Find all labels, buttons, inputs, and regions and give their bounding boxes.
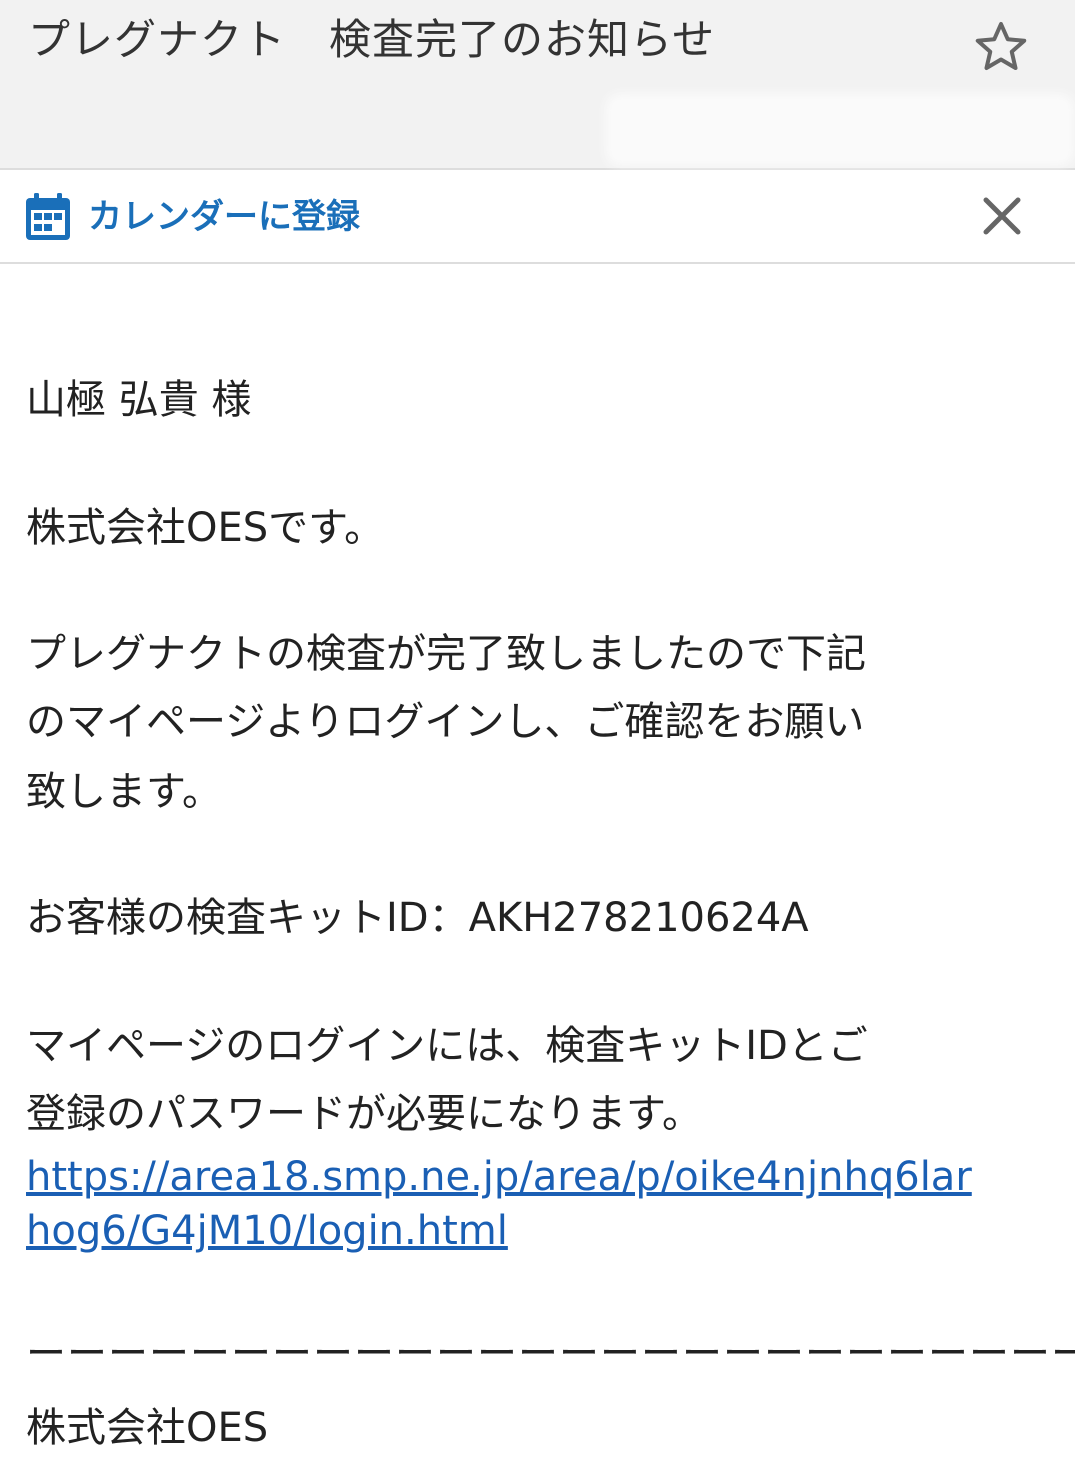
body-paragraph-line: プレグナクトの検査が完了致しましたので下記 [26, 631, 866, 677]
star-outline-icon [975, 22, 1027, 70]
email-header: プレグナクト 検査完了のお知らせ [0, 0, 1075, 170]
calendar-bar: カレンダーに登録 [0, 170, 1075, 264]
recipient-name: 山極 弘貴 様 [26, 377, 252, 423]
signature-divider: ーーーーーーーーーーーーーーーーーーーーーーーーーー [26, 1331, 1075, 1377]
body-paragraph-line: 致します。 [26, 769, 222, 815]
greeting-line: 株式会社OESです。 [26, 505, 385, 551]
mypage-login-link-continued[interactable]: hog6/G4jM10/login.html [26, 1204, 508, 1258]
calendar-icon [26, 193, 70, 240]
close-icon [983, 197, 1021, 235]
close-calendar-bar-button[interactable] [978, 192, 1026, 240]
star-button[interactable] [968, 14, 1034, 80]
mypage-login-link[interactable]: https://area18.smp.ne.jp/area/p/oike4njn… [26, 1150, 972, 1204]
email-subject: プレグナクト 検査完了のお知らせ [28, 15, 716, 64]
signature-company: 株式会社OES [26, 1405, 269, 1451]
kit-id-line: お客様の検査キットID：AKH278210624A [26, 895, 809, 941]
received-date-blurred [612, 100, 1068, 160]
body-paragraph-line: マイページのログインには、検査キットIDとご [26, 1023, 868, 1069]
add-to-calendar-link[interactable]: カレンダーに登録 [24, 192, 360, 242]
add-to-calendar-label: カレンダーに登録 [88, 197, 360, 237]
body-paragraph-line: 登録のパスワードが必要になります。 [26, 1091, 702, 1137]
body-paragraph-line: のマイページよりログインし、ご確認をお願い [26, 699, 865, 745]
